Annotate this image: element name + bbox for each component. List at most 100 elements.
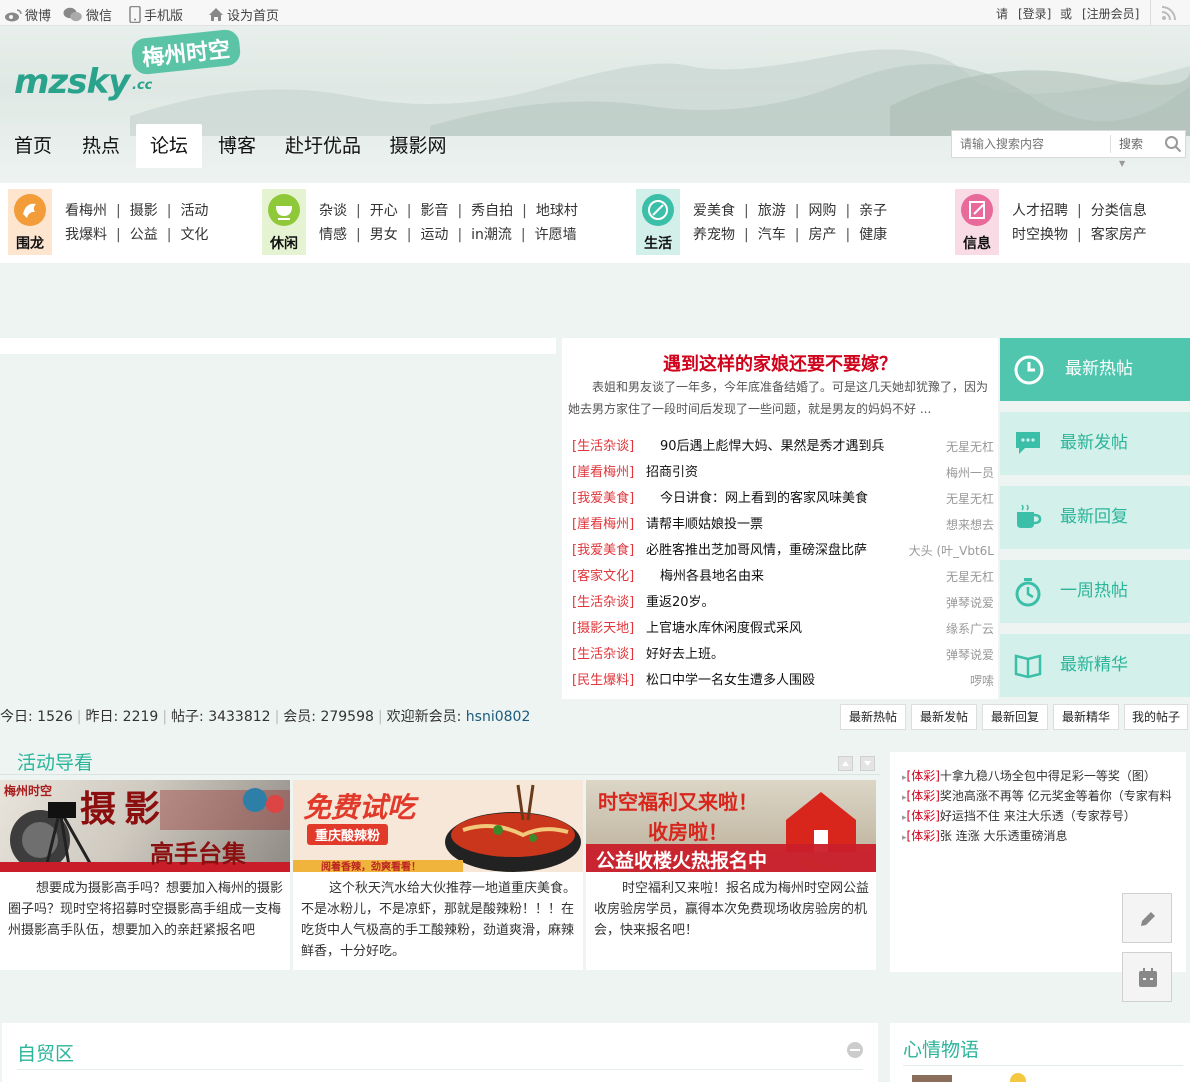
post-author[interactable]: 无星无杠: [904, 434, 994, 460]
cat-link[interactable]: 汽车: [758, 227, 786, 243]
cat-link[interactable]: 亲子: [859, 203, 887, 219]
lottery-item[interactable]: ▸[体彩]张 连涨 大乐透重磅消息: [902, 827, 1182, 844]
post-category[interactable]: [生活杂谈]: [572, 642, 634, 668]
post-title[interactable]: 招商引资: [646, 460, 894, 486]
post-row[interactable]: [客家文化] 梅州各县地名由来 无星无杠: [562, 564, 998, 590]
scroll-down-button[interactable]: [860, 756, 875, 771]
post-author[interactable]: 缘系广云: [904, 616, 994, 642]
tab-latest-essence[interactable]: 最新精华: [1000, 634, 1190, 697]
quick-latest-replies-button[interactable]: 最新回复: [982, 704, 1048, 730]
cat-link[interactable]: 秀自拍: [471, 203, 513, 219]
post-author[interactable]: 弹琴说爱: [904, 642, 994, 668]
category-xinxi[interactable]: 信息: [955, 189, 999, 255]
post-title[interactable]: 上官塘水库休闲度假式采风: [646, 616, 894, 642]
quick-latest-posts-button[interactable]: 最新发帖: [911, 704, 977, 730]
cat-link[interactable]: 客家房产: [1091, 227, 1147, 243]
post-row[interactable]: [我爱美食] 必胜客推出芝加哥风情，重磅深盘比萨 大头 (叶_Vbt6L: [562, 538, 998, 564]
nav-home[interactable]: 首页: [0, 124, 66, 168]
cat-link[interactable]: 摄影: [130, 203, 158, 219]
activity-card[interactable]: 免费试吃 重庆酸辣粉 阅着香辣，劲爽看看！ 这个秋天汽水给大伙推荐一地道重庆美食…: [293, 780, 583, 970]
post-row[interactable]: [摄影天地] 上官塘水库休闲度假式采风 缘系广云: [562, 616, 998, 642]
register-link[interactable]: [注册会员]: [1082, 5, 1139, 22]
post-category[interactable]: [我爱美食]: [572, 538, 634, 564]
post-category[interactable]: [民生爆料]: [572, 668, 634, 694]
activity-banner-photo[interactable]: 梅州时空 摄影 高手台集: [0, 780, 290, 872]
quick-latest-hot-button[interactable]: 最新热帖: [840, 704, 906, 730]
category-weilong[interactable]: 围龙: [8, 189, 52, 255]
post-title[interactable]: 松口中学一名女生遭多人围殴: [646, 668, 894, 694]
cat-link[interactable]: 许愿墙: [535, 227, 577, 243]
post-author[interactable]: 无星无杠: [904, 564, 994, 590]
cat-link[interactable]: in潮流: [471, 227, 512, 243]
collapse-icon[interactable]: [846, 1041, 864, 1059]
cat-link[interactable]: 开心: [370, 203, 398, 219]
scroll-up-button[interactable]: [838, 756, 853, 771]
avatar[interactable]: [912, 1075, 952, 1082]
post-category[interactable]: [客家文化]: [572, 564, 634, 590]
post-row[interactable]: [崖看梅州] 招商引资 梅州一员: [562, 460, 998, 486]
cat-link[interactable]: 影音: [420, 203, 448, 219]
nav-hot[interactable]: 热点: [68, 124, 134, 168]
tab-latest-posts[interactable]: 最新发帖: [1000, 412, 1190, 475]
search-icon[interactable]: [1164, 135, 1182, 153]
post-row[interactable]: [我爱美食] 今日讲食：网上看到的客家风味美食 无星无杠: [562, 486, 998, 512]
floating-calendar-button[interactable]: [1122, 952, 1172, 1002]
cat-link[interactable]: 男女: [370, 227, 398, 243]
cat-link[interactable]: 旅游: [758, 203, 786, 219]
post-category[interactable]: [崖看梅州]: [572, 512, 634, 538]
cat-link[interactable]: 运动: [420, 227, 448, 243]
nav-blog[interactable]: 博客: [204, 124, 270, 168]
cat-link[interactable]: 文化: [180, 227, 208, 243]
headline-title[interactable]: 遇到这样的家娘还要不要嫁？: [562, 350, 998, 376]
cat-link[interactable]: 房产: [808, 227, 836, 243]
activity-card[interactable]: 梅州时空 摄影 高手台集 想要成为摄影高手吗？想要加入梅州的摄影圈子吗？现时空将…: [0, 780, 290, 970]
search-input[interactable]: [952, 131, 1110, 157]
lottery-item[interactable]: ▸[体彩]奖池高涨不再等 亿元奖金等着你（专家有料: [902, 787, 1182, 804]
cat-link[interactable]: 人才招聘: [1012, 203, 1068, 219]
post-title[interactable]: 重返20岁。: [646, 590, 894, 616]
nav-shop[interactable]: 赴圩优品: [274, 124, 372, 168]
cat-link[interactable]: 健康: [859, 227, 887, 243]
cat-link[interactable]: 看梅州: [65, 203, 107, 219]
post-category[interactable]: [摄影天地]: [572, 616, 634, 642]
cat-link[interactable]: 我爆料: [65, 227, 107, 243]
activity-banner-food[interactable]: 免费试吃 重庆酸辣粉 阅着香辣，劲爽看看！: [293, 780, 583, 872]
mobile-link[interactable]: 手机版: [129, 5, 183, 24]
cat-link[interactable]: 地球村: [536, 203, 578, 219]
set-homepage-link[interactable]: 设为首页: [208, 5, 279, 24]
post-row[interactable]: [民生爆料] 松口中学一名女生遭多人围殴 啰嗦: [562, 668, 998, 694]
post-author[interactable]: 啰嗦: [904, 668, 994, 694]
newest-member-link[interactable]: hsni0802: [466, 709, 531, 725]
site-logo[interactable]: 梅州时空 mzsky .cc: [14, 28, 274, 126]
post-category[interactable]: [我爱美食]: [572, 486, 634, 512]
weibo-link[interactable]: 微博: [4, 5, 51, 24]
cat-link[interactable]: 杂谈: [319, 203, 347, 219]
post-author[interactable]: 弹琴说爱: [904, 590, 994, 616]
activity-banner-house[interactable]: 时空福利又来啦！ 收房啦！ 公益收楼火热报名中: [586, 780, 876, 872]
activity-card[interactable]: 时空福利又来啦！ 收房啦！ 公益收楼火热报名中 时空福利又来啦！报名成为梅州时空…: [586, 780, 876, 970]
post-row[interactable]: [崖看梅州] 请帮丰顺姑娘投一票 想来想去: [562, 512, 998, 538]
lottery-item[interactable]: ▸[体彩]十拿九稳八场全包中得足彩一等奖（图）: [902, 767, 1182, 784]
weixin-link[interactable]: 微信: [63, 5, 112, 24]
cat-link[interactable]: 养宠物: [693, 227, 735, 243]
tab-latest-replies[interactable]: 最新回复: [1000, 486, 1190, 549]
cat-link[interactable]: 分类信息: [1091, 203, 1147, 219]
cat-link[interactable]: 公益: [130, 227, 158, 243]
post-author[interactable]: 想来想去: [904, 512, 994, 538]
post-title[interactable]: 必胜客推出芝加哥风情，重磅深盘比萨: [646, 538, 894, 564]
tab-latest-hot[interactable]: 最新热帖: [1000, 338, 1190, 401]
post-title[interactable]: 今日讲食：网上看到的客家风味美食: [660, 486, 908, 512]
nav-photo[interactable]: 摄影网: [378, 124, 458, 168]
quick-latest-essence-button[interactable]: 最新精华: [1053, 704, 1119, 730]
cat-link[interactable]: 网购: [808, 203, 836, 219]
post-title[interactable]: 90后遇上彪悍大妈、果然是秀才遇到兵: [660, 434, 908, 460]
floating-post-button[interactable]: [1122, 893, 1172, 943]
search-type-dropdown[interactable]: 搜索 ▼: [1110, 135, 1152, 168]
post-row[interactable]: [生活杂谈] 重返20岁。 弹琴说爱: [562, 590, 998, 616]
nav-forum[interactable]: 论坛: [136, 124, 202, 168]
post-row[interactable]: [生活杂谈] 90后遇上彪悍大妈、果然是秀才遇到兵 无星无杠: [562, 434, 998, 460]
post-row[interactable]: [生活杂谈] 好好去上班。 弹琴说爱: [562, 642, 998, 668]
post-title[interactable]: 请帮丰顺姑娘投一票: [646, 512, 894, 538]
post-category[interactable]: [生活杂谈]: [572, 590, 634, 616]
post-author[interactable]: 大头 (叶_Vbt6L: [904, 538, 994, 564]
